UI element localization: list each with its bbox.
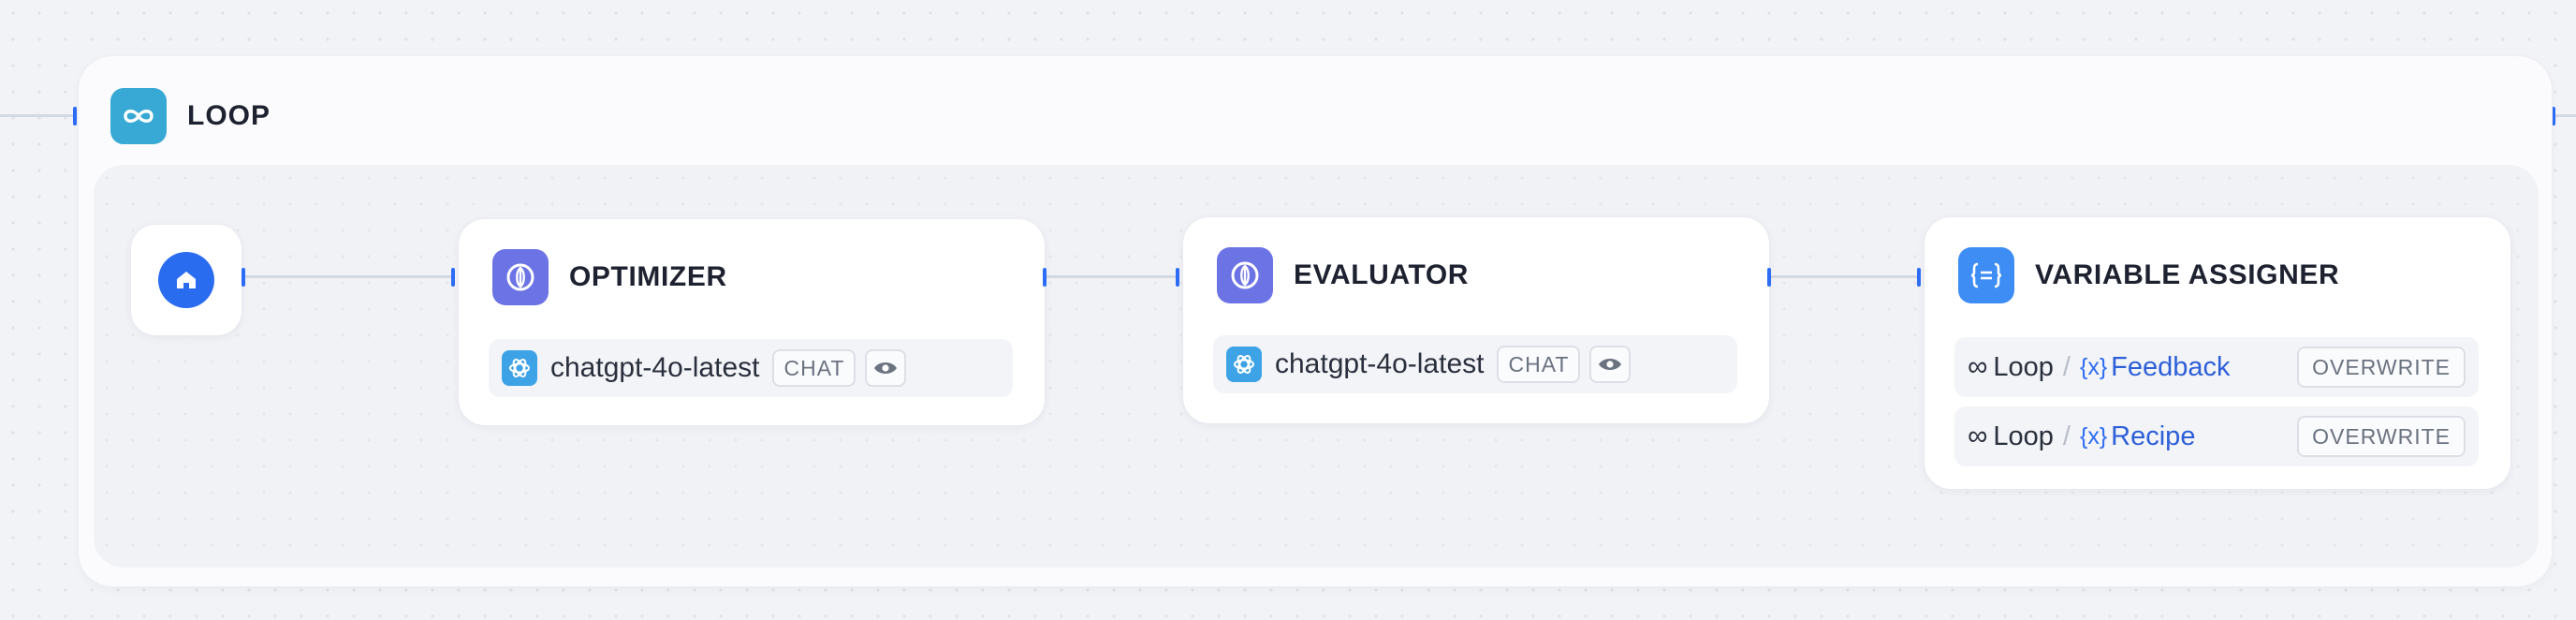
evaluator-output-handle[interactable] bbox=[1767, 268, 1771, 287]
assign-operation-badge[interactable]: OVERWRITE bbox=[2297, 416, 2466, 457]
edge-evaluator-assigner bbox=[1771, 275, 1921, 278]
eye-icon[interactable] bbox=[1589, 346, 1632, 383]
infinity-icon: ∞ bbox=[1968, 421, 1988, 451]
assign-source: Loop bbox=[1993, 421, 2054, 451]
path-separator: / bbox=[2062, 421, 2071, 451]
variable-assigner-input-handle[interactable] bbox=[1917, 268, 1921, 287]
assign-operation-badge[interactable]: OVERWRITE bbox=[2297, 347, 2466, 388]
llm-icon bbox=[1217, 247, 1273, 303]
evaluator-node[interactable]: EVALUATOR chatgpt-4o-latest CHAT bbox=[1183, 217, 1769, 423]
variable-icon: {x} bbox=[2079, 353, 2108, 380]
variable-icon: {x} bbox=[2079, 422, 2108, 450]
loop-start-node[interactable] bbox=[131, 225, 242, 335]
edge-start-optimizer bbox=[245, 275, 455, 278]
path-separator: / bbox=[2062, 351, 2071, 382]
assign-variable: Feedback bbox=[2111, 351, 2231, 382]
optimizer-node[interactable]: OPTIMIZER chatgpt-4o-latest CHAT bbox=[459, 219, 1045, 425]
loop-header: LOOP bbox=[110, 88, 271, 144]
assign-row-feedback[interactable]: ∞ Loop / {x} Feedback OVERWRITE bbox=[1954, 337, 2479, 397]
infinity-icon: ∞ bbox=[1968, 351, 1988, 382]
assign-row-recipe[interactable]: ∞ Loop / {x} Recipe OVERWRITE bbox=[1954, 406, 2479, 466]
loop-title: LOOP bbox=[187, 100, 271, 131]
infinity-icon bbox=[110, 88, 167, 144]
incoming-edge bbox=[0, 114, 73, 117]
edge-optimizer-evaluator bbox=[1046, 275, 1179, 278]
assign-source: Loop bbox=[1993, 351, 2054, 382]
optimizer-input-handle[interactable] bbox=[451, 268, 455, 287]
outgoing-edge bbox=[2555, 114, 2576, 117]
optimizer-model-selector[interactable]: chatgpt-4o-latest CHAT bbox=[489, 339, 1013, 397]
openai-icon bbox=[502, 350, 537, 386]
evaluator-model-selector[interactable]: chatgpt-4o-latest CHAT bbox=[1213, 335, 1737, 393]
variable-assigner-icon bbox=[1958, 247, 2014, 303]
openai-icon bbox=[1226, 347, 1262, 382]
variable-assigner-title: VARIABLE ASSIGNER bbox=[2035, 259, 2340, 290]
variable-assigner-node[interactable]: VARIABLE ASSIGNER ∞ Loop / {x} Feedback … bbox=[1925, 217, 2510, 489]
llm-icon bbox=[492, 249, 549, 305]
home-icon bbox=[158, 252, 214, 308]
optimizer-title: OPTIMIZER bbox=[569, 261, 727, 292]
optimizer-mode-badge: CHAT bbox=[772, 349, 856, 387]
evaluator-title: EVALUATOR bbox=[1294, 259, 1470, 290]
evaluator-model-name: chatgpt-4o-latest bbox=[1275, 348, 1485, 379]
loop-input-handle[interactable] bbox=[73, 107, 77, 125]
start-output-handle[interactable] bbox=[242, 268, 245, 287]
assign-variable: Recipe bbox=[2111, 421, 2196, 451]
optimizer-output-handle[interactable] bbox=[1043, 268, 1046, 287]
optimizer-model-name: chatgpt-4o-latest bbox=[550, 352, 760, 383]
loop-output-handle[interactable] bbox=[2552, 107, 2555, 125]
evaluator-mode-badge: CHAT bbox=[1497, 346, 1581, 383]
evaluator-input-handle[interactable] bbox=[1176, 268, 1179, 287]
eye-icon[interactable] bbox=[865, 349, 907, 387]
